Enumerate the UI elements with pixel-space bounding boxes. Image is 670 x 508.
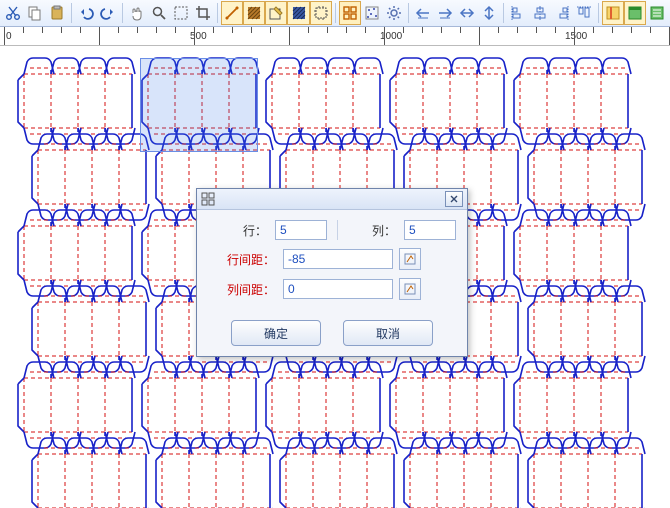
hatch-icon[interactable] xyxy=(243,1,265,25)
h-arrow-l-icon[interactable] xyxy=(412,1,434,25)
picker-icon xyxy=(404,283,416,295)
ok-button[interactable]: 确定 xyxy=(231,320,321,346)
selection-rectangle xyxy=(140,58,258,152)
dialog-titlebar[interactable] xyxy=(197,189,467,210)
close-button[interactable] xyxy=(445,191,463,207)
row-gap-input[interactable] xyxy=(283,249,393,269)
undo-icon[interactable] xyxy=(75,1,97,25)
zoom-icon[interactable] xyxy=(148,1,170,25)
row-gap-label: 行间距： xyxy=(207,251,283,268)
cols-label: 列： xyxy=(348,222,404,239)
row-gap-pick-button[interactable] xyxy=(399,248,421,270)
select-rect-icon[interactable] xyxy=(170,1,192,25)
col-gap-label: 列间距： xyxy=(207,281,283,298)
gear-icon[interactable] xyxy=(383,1,405,25)
ruler-mark: 1500 xyxy=(565,31,587,42)
canvas-viewport[interactable]: 行： 列： 行间距： 列间距： 确定 取消 xyxy=(0,46,670,508)
col-gap-input[interactable] xyxy=(283,279,393,299)
align-l-icon[interactable] xyxy=(507,1,529,25)
col-gap-pick-button[interactable] xyxy=(399,278,421,300)
width-arrow-icon[interactable] xyxy=(478,1,500,25)
hatch-diag-icon[interactable] xyxy=(287,1,309,25)
measure-diag-icon[interactable] xyxy=(221,1,243,25)
grid-array-icon xyxy=(201,192,215,206)
bounds-icon[interactable] xyxy=(310,1,332,25)
h-arrow-r-icon[interactable] xyxy=(434,1,456,25)
layers-icon[interactable] xyxy=(602,1,624,25)
crop-icon[interactable] xyxy=(192,1,214,25)
pen-square-icon[interactable] xyxy=(265,1,287,25)
array-dialog: 行： 列： 行间距： 列间距： 确定 取消 xyxy=(196,188,468,357)
hand-icon[interactable] xyxy=(126,1,148,25)
rows-label: 行： xyxy=(207,222,275,239)
align-t-icon[interactable] xyxy=(573,1,595,25)
ruler-horizontal: 0 500 1000 1500 xyxy=(0,27,670,46)
v-arrow-icon[interactable] xyxy=(456,1,478,25)
rows-input[interactable] xyxy=(275,220,327,240)
cols-input[interactable] xyxy=(404,220,456,240)
redo-icon[interactable] xyxy=(97,1,119,25)
toolbar xyxy=(0,0,670,27)
cut-icon[interactable] xyxy=(2,1,24,25)
copy-icon[interactable] xyxy=(24,1,46,25)
grid-array-icon[interactable] xyxy=(339,1,361,25)
align-r-icon[interactable] xyxy=(551,1,573,25)
close-icon xyxy=(450,195,458,203)
picker-icon xyxy=(404,253,416,265)
panel-g-icon[interactable] xyxy=(624,1,646,25)
ruler-mark: 0 xyxy=(6,31,12,42)
paste-icon[interactable] xyxy=(46,1,68,25)
cancel-button[interactable]: 取消 xyxy=(343,320,433,346)
ruler-mark: 500 xyxy=(190,31,207,42)
scatter-icon[interactable] xyxy=(361,1,383,25)
align-c-icon[interactable] xyxy=(529,1,551,25)
list-g-icon[interactable] xyxy=(646,1,668,25)
